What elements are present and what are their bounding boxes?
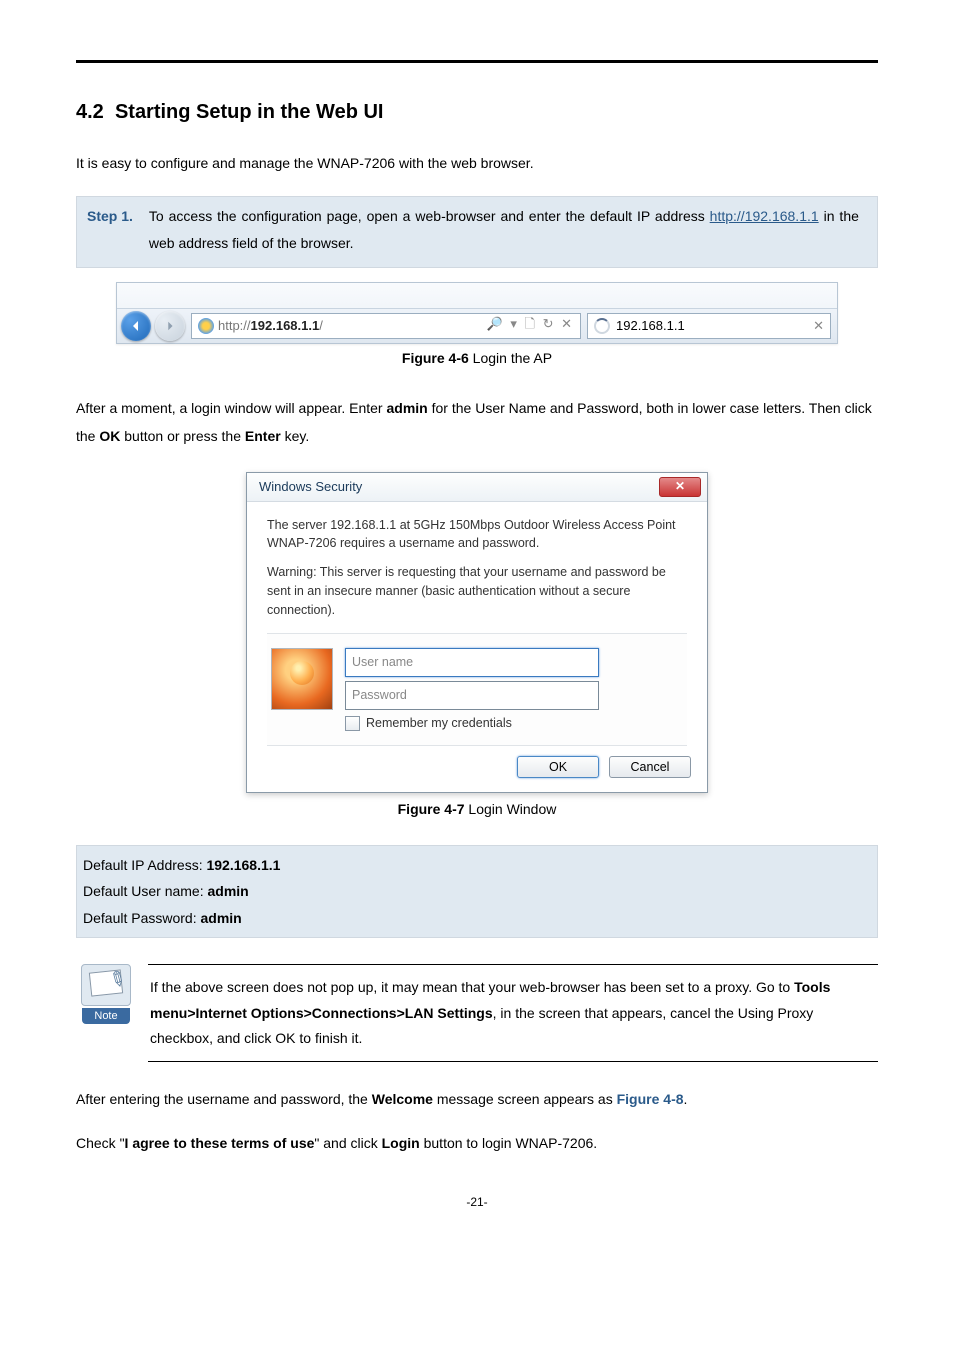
ok-bold: OK [99, 428, 120, 444]
ok-button[interactable]: OK [517, 756, 599, 778]
note-row: Note If the above screen does not pop up… [76, 964, 878, 1062]
addr-tools[interactable]: 🔎 ▾ 🗋 ↻ ✕ [487, 315, 574, 337]
remember-checkbox[interactable] [345, 716, 360, 731]
default-ip-value: 192.168.1.1 [206, 857, 280, 873]
loading-icon [594, 318, 610, 334]
t: If the above screen does not pop up, it … [150, 979, 794, 995]
figure-text: Login the AP [469, 350, 552, 366]
t: After entering the username and password… [76, 1091, 372, 1107]
t: message screen appears as [433, 1091, 617, 1107]
close-tab-icon[interactable]: ✕ [813, 318, 824, 334]
t: . [684, 1091, 688, 1107]
back-button[interactable] [121, 311, 151, 341]
section-title: Starting Setup in the Web UI [115, 101, 384, 123]
step-text-before: To access the configuration page, open a… [149, 208, 710, 224]
section-number: 4.2 [76, 101, 104, 123]
page-number: -21- [76, 1195, 878, 1209]
url-text: http://192.168.1.1/ [218, 318, 323, 333]
default-user-label: Default User name: [83, 883, 208, 899]
figure-4-8-ref[interactable]: Figure 4-8 [617, 1091, 684, 1107]
address-bar[interactable]: http://192.168.1.1/ 🔎 ▾ 🗋 ↻ ✕ [191, 313, 581, 339]
remember-row[interactable]: Remember my credentials [345, 714, 687, 733]
header-rule [76, 60, 878, 63]
close-button[interactable]: ✕ [659, 477, 701, 497]
step-body: To access the configuration page, open a… [149, 203, 859, 256]
figure-text: Login Window [465, 801, 557, 817]
password-input[interactable]: Password [345, 681, 599, 710]
user-avatar-icon [271, 648, 333, 710]
defaults-block: Default IP Address: 192.168.1.1 Default … [76, 845, 878, 939]
default-ip-link[interactable]: http://192.168.1.1 [710, 208, 819, 224]
step-1-row: Step 1. To access the configuration page… [76, 196, 878, 267]
agree-bold: I agree to these terms of use [125, 1135, 315, 1151]
search-icon[interactable]: 🔎 [487, 316, 505, 331]
after-login-text: After entering the username and password… [76, 1088, 878, 1110]
note-icon [81, 964, 131, 1006]
t: " and click [314, 1135, 381, 1151]
default-pass-label: Default Password: [83, 910, 201, 926]
dialog-title: Windows Security [259, 479, 362, 494]
figure-number: Figure 4-7 [398, 801, 465, 817]
note-text: If the above screen does not pop up, it … [148, 964, 878, 1062]
t: button to login WNAP-7206. [420, 1135, 597, 1151]
cancel-button[interactable]: Cancel [609, 756, 691, 778]
default-ip-label: Default IP Address: [83, 857, 206, 873]
enter-bold: Enter [245, 428, 281, 444]
tab-label: 192.168.1.1 [616, 318, 685, 333]
figure-4-7-caption: Figure 4-7 Login Window [76, 801, 878, 817]
default-user-value: admin [208, 883, 249, 899]
ie-icon [198, 318, 214, 334]
admin-bold: admin [387, 400, 428, 416]
t: Check " [76, 1135, 125, 1151]
toolbar-icons[interactable]: ▾ 🗋 ↻ ✕ [510, 316, 574, 331]
t: button or press the [120, 428, 245, 444]
t: key. [281, 428, 310, 444]
url-host: 192.168.1.1 [251, 318, 320, 333]
dialog-line1: The server 192.168.1.1 at 5GHz 150Mbps O… [267, 516, 687, 554]
credentials-panel: User name Password Remember my credentia… [267, 633, 687, 745]
dialog-titlebar: Windows Security ✕ [247, 473, 707, 502]
username-input[interactable]: User name [345, 648, 599, 677]
url-suffix: / [319, 318, 323, 333]
url-prefix: http:// [218, 318, 251, 333]
figure-4-6-caption: Figure 4-6 Login the AP [76, 350, 878, 366]
step-label: Step 1. [87, 203, 145, 230]
login-bold: Login [382, 1135, 420, 1151]
welcome-bold: Welcome [372, 1091, 433, 1107]
browser-screenshot: http://192.168.1.1/ 🔎 ▾ 🗋 ↻ ✕ 192.168.1.… [116, 282, 838, 344]
intro-text: It is easy to configure and manage the W… [76, 152, 878, 174]
note-badge: Note [76, 964, 136, 1024]
check-line: Check "I agree to these terms of use" an… [76, 1132, 878, 1154]
browser-tab[interactable]: 192.168.1.1 ✕ [587, 313, 831, 339]
note-label: Note [82, 1008, 130, 1024]
t: After a moment, a login window will appe… [76, 400, 387, 416]
dialog-line2: Warning: This server is requesting that … [267, 563, 687, 619]
remember-label: Remember my credentials [366, 714, 512, 733]
forward-button[interactable] [155, 311, 185, 341]
section-heading: 4.2 Starting Setup in the Web UI [76, 101, 878, 124]
figure-number: Figure 4-6 [402, 350, 469, 366]
default-pass-value: admin [201, 910, 242, 926]
login-dialog-screenshot: Windows Security ✕ The server 192.168.1.… [76, 472, 878, 793]
after-moment-text: After a moment, a login window will appe… [76, 394, 878, 450]
